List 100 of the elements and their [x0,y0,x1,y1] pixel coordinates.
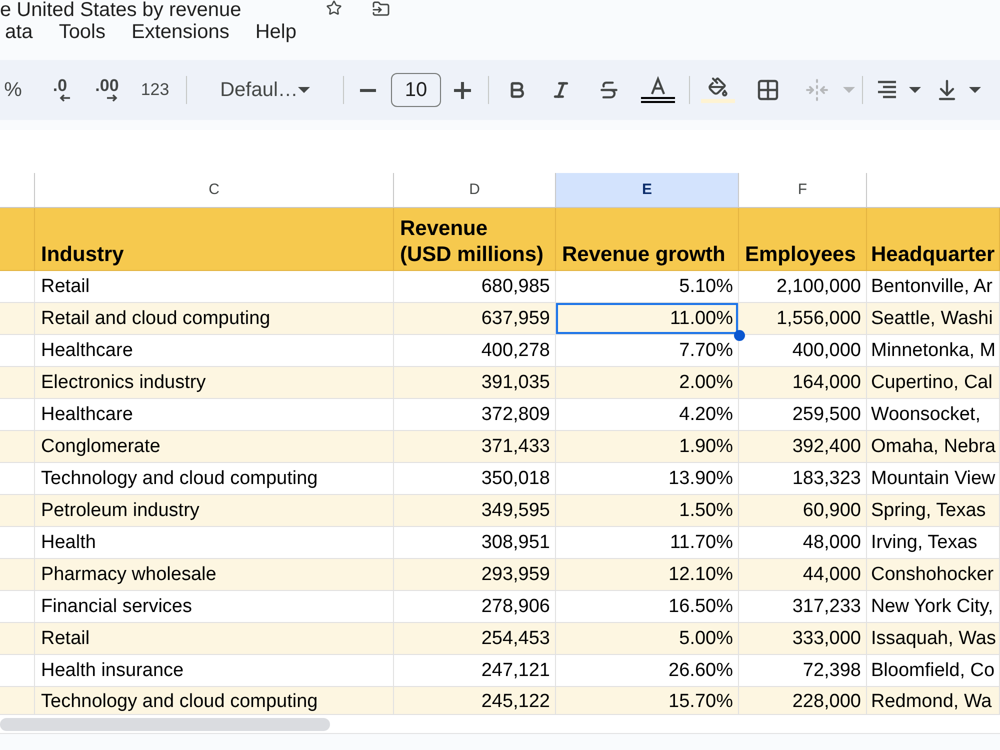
table-cell: 7.70% [556,335,739,367]
table-cell: 372,809 [394,399,556,431]
table-cell: Technology and cloud computing [35,463,394,495]
column-header[interactable]: F [739,173,867,208]
scrollbar-thumb[interactable] [0,718,330,730]
increase-decimal-button[interactable]: .00 [85,72,129,108]
table-cell: 12.10% [556,559,739,591]
column-header[interactable]: C [35,173,394,208]
decrease-decimal-button[interactable]: .0 [38,72,82,108]
table-cell: 400,000 [739,335,867,367]
table-cell: 48,000 [739,527,867,559]
percent-format-button[interactable]: % [0,72,26,108]
header-cell: Employees [739,208,867,271]
caret-icon [298,87,310,93]
font-size-field[interactable]: 10 [391,73,441,107]
table-cell [0,399,35,431]
header-cell [0,208,35,271]
table-cell [0,559,35,591]
table-cell: 400,278 [394,335,556,367]
plus-icon [454,82,470,98]
header-cell: Revenue growth [556,208,739,271]
table-cell: 293,959 [394,559,556,591]
letter-a-underline-icon [640,76,676,104]
table-cell: Conglomerate [35,431,394,463]
table-cell: 254,453 [394,623,556,655]
table-cell: Technology and cloud computing [35,687,394,715]
table-cell: Issaquah, Was [867,623,1000,655]
table-cell: 371,433 [394,431,556,463]
column-header[interactable]: E [556,173,739,208]
caret-icon [843,87,855,93]
table-cell: 228,000 [739,687,867,715]
table-cell: Retail [35,623,394,655]
table-cell: 5.00% [556,623,739,655]
table-cell: 391,035 [394,367,556,399]
table-cell: Redmond, Wa [867,687,1000,715]
italic-icon [551,80,571,100]
paint-bucket-icon [701,77,735,103]
table-cell: 5.10% [556,271,739,303]
star-icon[interactable] [326,0,342,16]
table-cell: 13.90% [556,463,739,495]
table-cell: 247,121 [394,655,556,687]
table-cell [0,687,35,715]
table-cell: Bentonville, Ar [867,271,1000,303]
table-cell [0,335,35,367]
table-cell [0,463,35,495]
table-cell: 637,959 [394,303,556,335]
document-title[interactable]: e United States by revenue [0,0,242,20]
table-cell: 278,906 [394,591,556,623]
arrow-right-icon [106,94,118,102]
table-cell: Minnetonka, M [867,335,1000,367]
table-cell: Cupertino, Cal [867,367,1000,399]
table-cell: 2,100,000 [739,271,867,303]
table-cell [0,655,35,687]
table-cell [0,495,35,527]
minus-icon [360,88,376,92]
folder-icon[interactable] [372,0,390,18]
table-cell: 349,595 [394,495,556,527]
table-cell: 350,018 [394,463,556,495]
table-cell: 2.00% [556,367,739,399]
header-cell: Headquarter [867,208,1000,271]
caret-icon [969,87,981,93]
table-cell [0,303,35,335]
table-cell: Petroleum industry [35,495,394,527]
table-cell: Retail and cloud computing [35,303,394,335]
header-cell: Revenue (USD millions) [394,208,556,271]
table-cell: 1,556,000 [739,303,867,335]
table-cell: 26.60% [556,655,739,687]
table-cell: 11.70% [556,527,739,559]
menu-item[interactable]: ata [5,20,33,44]
arrow-left-icon [59,94,71,102]
table-cell: 392,400 [739,431,867,463]
table-cell: Bloomfield, Co [867,655,1000,687]
table-cell [0,527,35,559]
table-cell: Seattle, Washi [867,303,1000,335]
table-cell: Retail [35,271,394,303]
strikethrough-icon [598,79,620,101]
header-cell: Industry [35,208,394,271]
table-cell: 245,122 [394,687,556,715]
table-cell: 16.50% [556,591,739,623]
menu-item[interactable]: Tools [58,20,106,44]
table-cell: 308,951 [394,527,556,559]
font-dropdown[interactable]: Defaul… [197,72,333,108]
table-cell: Health insurance [35,655,394,687]
menu-item[interactable]: Help [255,20,296,44]
table-cell: Woonsocket, [867,399,1000,431]
table-cell: 164,000 [739,367,867,399]
table-cell [0,271,35,303]
menu-item[interactable]: Extensions [132,20,230,44]
number-format-button[interactable]: 123 [133,72,177,108]
table-cell: Pharmacy wholesale [35,559,394,591]
table-cell: 259,500 [739,399,867,431]
table-cell: 317,233 [739,591,867,623]
column-header[interactable]: D [394,173,556,208]
table-cell: 60,900 [739,495,867,527]
table-cell: Healthcare [35,335,394,367]
table-cell: 44,000 [739,559,867,591]
table-cell: 1.50% [556,495,739,527]
table-cell [0,431,35,463]
table-cell [0,623,35,655]
table-cell: Omaha, Nebra [867,431,1000,463]
